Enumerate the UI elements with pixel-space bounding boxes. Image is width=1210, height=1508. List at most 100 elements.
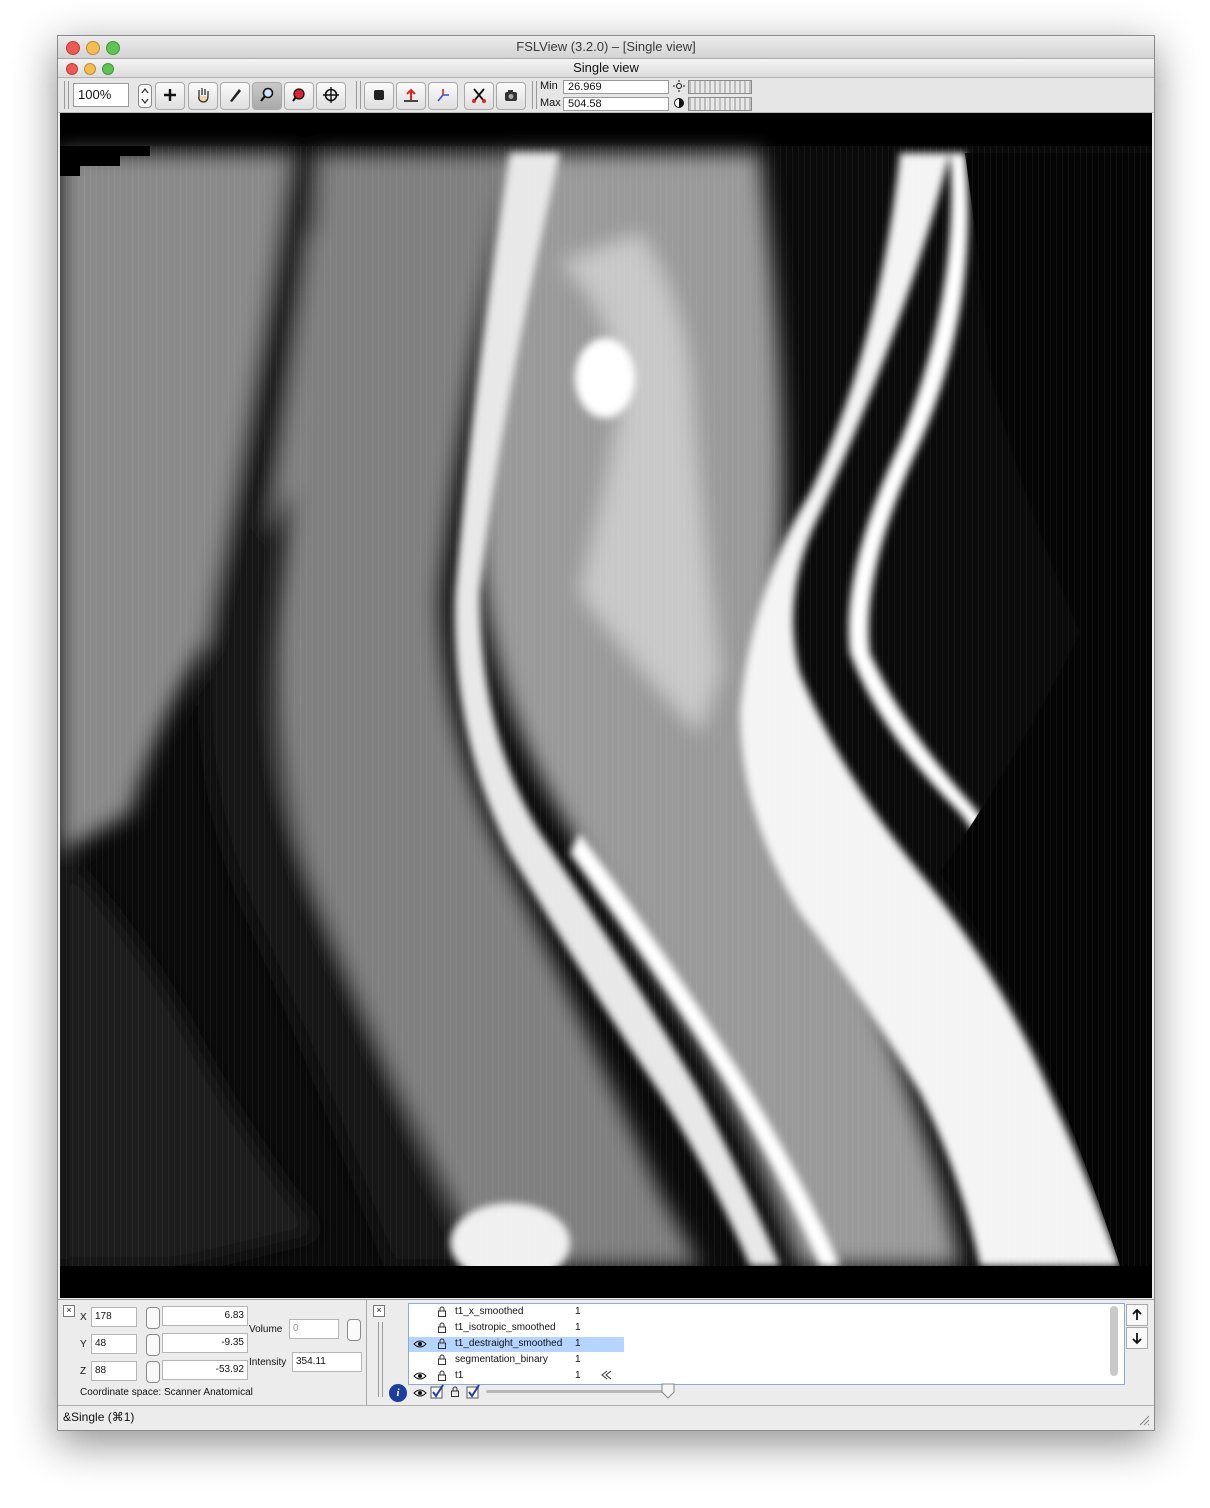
eye-icon[interactable] [413,1388,427,1401]
panel-divider [366,1300,367,1405]
contrast-slider[interactable] [688,97,752,111]
status-text: &Single (⌘1) [63,1410,135,1424]
camera-icon [502,86,520,107]
lock-icon[interactable] [437,1322,447,1336]
layer-row-selected[interactable]: t1_destraight_smoothed 1 [409,1337,624,1352]
layer-row[interactable]: segmentation_binary 1 [409,1353,624,1368]
visible-checkbox[interactable] [430,1384,444,1402]
layer-row[interactable]: t1_x_smoothed 1 [409,1305,624,1320]
lock-icon[interactable] [437,1354,447,1368]
opacity-slider-handle[interactable] [661,1383,675,1399]
pencil-button[interactable] [220,82,250,110]
layer-list: t1_x_smoothed 1 t1_isotropic_smoothed 1 … [408,1303,1125,1385]
z-voxel-stepper[interactable] [146,1361,160,1383]
intensity-label: Intensity [249,1357,287,1368]
layer-name: t1 [455,1370,464,1381]
intensity-field: 354.11 [292,1352,362,1372]
toolbar-grip-3[interactable] [532,81,537,109]
lock-icon[interactable] [437,1306,447,1320]
z-world-field[interactable]: -53.92 [162,1360,248,1380]
layer-row[interactable]: t1_isotropic_smoothed 1 [409,1321,624,1336]
x-voxel-stepper[interactable] [146,1307,160,1329]
move-layer-up-button[interactable] [1126,1304,1148,1326]
volume-label: Volume [249,1324,283,1335]
cube-button[interactable] [364,82,394,110]
move-layer-down-button[interactable] [1126,1327,1148,1349]
z-label: Z [80,1366,87,1377]
layer-value: 1 [575,1354,581,1365]
scissors-icon [470,86,488,107]
hand-icon [194,86,212,107]
arrow-up-button[interactable] [396,82,426,110]
close-layer-panel-button[interactable]: × [373,1305,385,1317]
layer-list-scrollbar[interactable] [1110,1306,1118,1376]
layer-name: segmentation_binary [455,1354,548,1365]
x-voxel-field[interactable]: 178 [91,1307,137,1327]
mri-slice-image [60,113,1152,1298]
magnifier-button[interactable] [252,82,282,110]
lock-icon[interactable] [437,1338,447,1352]
x-world-field[interactable]: 6.83 [162,1306,248,1326]
pan-button[interactable] [188,82,218,110]
crosshair-icon [322,86,340,107]
min-label: Min [540,80,558,92]
title-bar: FSLView (3.2.0) – [Single view] [58,36,1154,59]
volume-stepper[interactable] [347,1319,361,1341]
plus-icon [162,87,178,106]
x-label: X [80,1312,87,1323]
layer-value: 1 [575,1338,581,1349]
info-icon[interactable]: i [389,1384,407,1402]
toolbar-grip[interactable] [64,81,69,109]
double-chevron-icon [601,1370,613,1383]
layer-value: 1 [575,1306,581,1317]
bottom-panel: × X 178 6.83 Y 48 -9.35 Z 88 -53.92 Volu… [58,1299,1154,1405]
add-button[interactable] [155,82,185,110]
layer-name: t1_destraight_smoothed [455,1338,563,1349]
max-field[interactable]: 504.58 [563,97,669,111]
window-title: FSLView (3.2.0) – [Single view] [516,39,696,54]
lock-checkbox[interactable] [466,1384,480,1402]
lock-icon[interactable] [450,1386,460,1400]
volume-field[interactable]: 0 [289,1319,339,1339]
status-bar: &Single (⌘1) [58,1405,1154,1430]
subwindow-title: Single view [573,60,639,75]
axes-icon [434,86,452,107]
arrow-down-icon [1127,1333,1147,1351]
layer-row[interactable]: t1 1 [409,1369,624,1384]
lock-icon[interactable] [437,1370,447,1384]
layer-panel-grip[interactable] [378,1322,383,1397]
camera-button[interactable] [496,82,526,110]
z-voxel-field[interactable]: 88 [91,1361,137,1381]
toolbar-grip-2[interactable] [356,81,361,109]
brightness-slider[interactable] [688,80,752,94]
layer-name: t1_x_smoothed [455,1306,524,1317]
close-cursor-panel-button[interactable]: × [63,1305,75,1317]
coordinate-space-label: Coordinate space: Scanner Anatomical [80,1387,253,1398]
y-voxel-stepper[interactable] [146,1334,160,1356]
subwindow-title-bar: Single view [58,59,1154,78]
opacity-slider-track[interactable] [486,1390,672,1393]
zoom-region-icon [290,86,308,107]
resize-grip-icon[interactable] [1138,1414,1150,1429]
y-voxel-field[interactable]: 48 [91,1334,137,1354]
axes-button[interactable] [428,82,458,110]
layer-name: t1_isotropic_smoothed [455,1322,556,1333]
arrow-up-icon [402,86,420,107]
zoom-input[interactable]: 100% [73,83,129,107]
zoom-stepper[interactable] [138,84,152,108]
zoom-region-button[interactable] [284,82,314,110]
eye-icon[interactable] [413,1371,427,1384]
eye-icon[interactable] [413,1339,427,1352]
contrast-icon [673,97,685,112]
cube-icon [372,88,386,105]
crosshair-button[interactable] [316,82,346,110]
layer-value: 1 [575,1322,581,1333]
layer-value: 1 [575,1370,581,1381]
y-label: Y [80,1339,87,1350]
scissors-button[interactable] [464,82,494,110]
min-field[interactable]: 26.969 [563,80,669,94]
y-world-field[interactable]: -9.35 [162,1333,248,1353]
magnifier-icon [258,86,276,107]
toolbar: 100% Min 26.969 Max 504.58 [58,78,1154,113]
image-viewer[interactable] [60,113,1152,1298]
